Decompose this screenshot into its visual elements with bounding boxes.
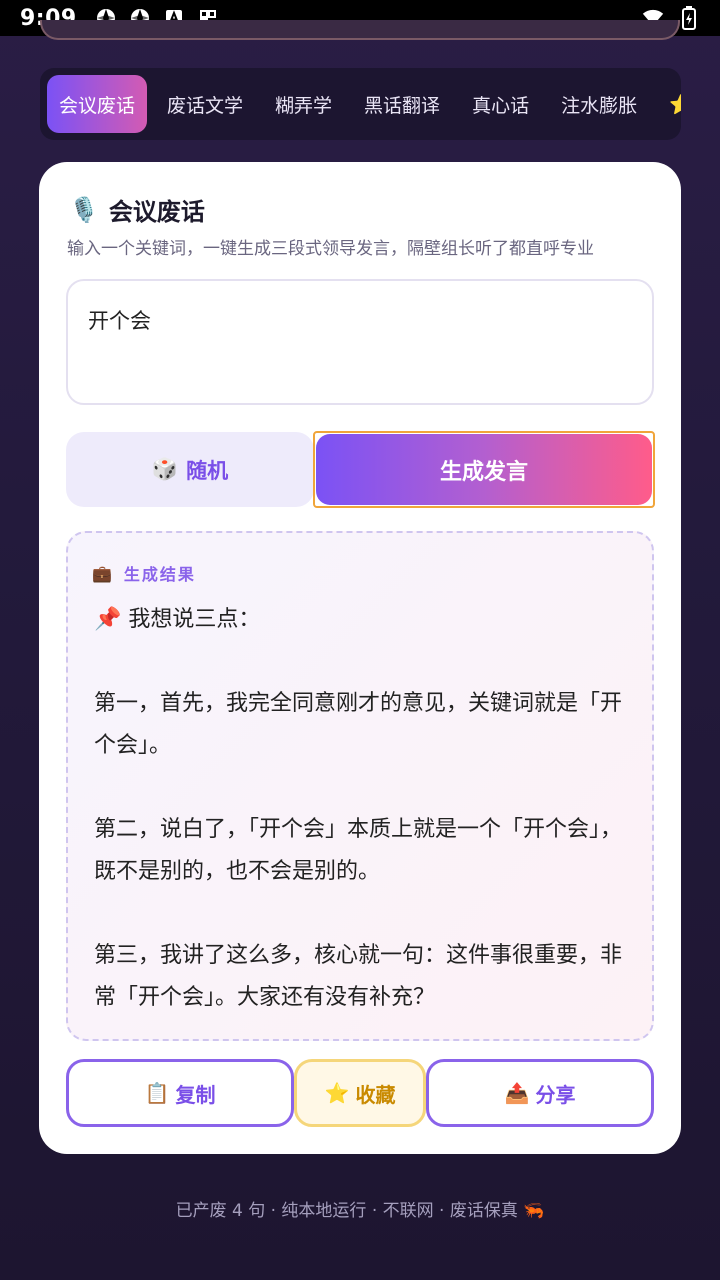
generate-button-label: 生成发言 xyxy=(439,459,528,485)
share-button-label: 分享 xyxy=(535,1082,576,1107)
copy-button-label: 复制 xyxy=(175,1082,216,1107)
footer-text: 已产废 4 句 · 纯本地运行 · 不联网 · 废话保真 xyxy=(175,1201,518,1221)
keyword-input-value: 开个会 xyxy=(88,309,151,333)
random-button-label: 随机 xyxy=(186,458,229,483)
result-panel: 💼 生成结果 📌 我想说三点： 第一，首先，我完全同意刚才的意见，关键词就是「开… xyxy=(66,531,654,1041)
previous-card-edge xyxy=(40,20,680,40)
tab-label: 会议废话 xyxy=(59,94,136,117)
tab-perfunctory[interactable]: 糊弄学 xyxy=(263,75,344,133)
dice-icon: 🎲 xyxy=(151,457,179,481)
star-icon: ⭐ xyxy=(669,93,681,116)
tab-meeting-nonsense[interactable]: 会议废话 xyxy=(47,75,148,133)
tab-label: 黑话翻译 xyxy=(364,94,441,117)
shrimp-icon: 🦐 xyxy=(523,1201,545,1221)
tab-label: 注水膨胀 xyxy=(561,94,638,117)
result-point-1: 第一，首先，我完全同意刚才的意见，关键词就是「开个会」。 xyxy=(94,691,623,758)
briefcase-icon: 💼 xyxy=(92,563,114,583)
star-icon: ⭐ xyxy=(324,1081,350,1105)
footer: 已产废 4 句 · 纯本地运行 · 不联网 · 废话保真 🦐 xyxy=(0,1196,720,1221)
tab-jargon-translate[interactable]: 黑话翻译 xyxy=(352,75,452,133)
result-header-label: 生成结果 xyxy=(123,565,196,584)
share-button[interactable]: 📤 分享 xyxy=(426,1059,654,1127)
card-subtitle: 输入一个关键词，一键生成三段式领导发言，隔壁组长听了都直呼专业 xyxy=(67,239,594,259)
page-title: 🎙️ 会议废话 xyxy=(69,192,205,227)
result-point-3: 第三，我讲了这么多，核心就一句：这件事很重要，非常「开个会」。大家还有没有补充？ xyxy=(94,943,623,1010)
clipboard-icon: 📋 xyxy=(144,1081,170,1105)
keyword-input[interactable]: 开个会 xyxy=(66,279,654,405)
tab-label: 糊弄学 xyxy=(275,94,333,117)
result-point-2: 第二，说白了，「开个会」本质上就是一个「开个会」，既不是别的，也不会是别的。 xyxy=(94,817,623,884)
title-text: 会议废话 xyxy=(108,198,205,226)
result-header: 💼 生成结果 xyxy=(92,561,196,585)
tab-nonsense-literature[interactable]: 废话文学 xyxy=(155,75,255,133)
tab-favorites[interactable]: ⭐ xyxy=(657,75,681,133)
main-card: 🎙️ 会议废话 输入一个关键词，一键生成三段式领导发言，隔壁组长听了都直呼专业 … xyxy=(39,162,681,1154)
result-intro: 📌 我想说三点： xyxy=(94,607,261,632)
mode-tab-bar: 会议废话 废话文学 糊弄学 黑话翻译 真心话 注水膨胀 ⭐ xyxy=(40,68,681,140)
favorite-button-label: 收藏 xyxy=(355,1082,396,1107)
generate-button-body: 生成发言 xyxy=(316,434,652,505)
tab-label: 废话文学 xyxy=(167,94,244,117)
action-bar: 📋 复制 ⭐ 收藏 📤 分享 xyxy=(66,1059,654,1129)
tab-truth[interactable]: 真心话 xyxy=(460,75,541,133)
result-text: 📌 我想说三点： 第一，首先，我完全同意刚才的意见，关键词就是「开个会」。 第二… xyxy=(94,599,634,1019)
tab-label: 真心话 xyxy=(472,94,530,117)
tab-inflate[interactable]: 注水膨胀 xyxy=(549,75,649,133)
generate-button[interactable]: 生成发言 xyxy=(313,431,655,508)
microphone-icon: 🎙️ xyxy=(69,195,99,224)
battery-icon xyxy=(678,6,700,30)
random-button[interactable]: 🎲 随机 xyxy=(66,432,314,507)
share-icon: 📤 xyxy=(504,1081,530,1105)
favorite-button[interactable]: ⭐ 收藏 xyxy=(294,1059,426,1127)
copy-button[interactable]: 📋 复制 xyxy=(66,1059,294,1127)
